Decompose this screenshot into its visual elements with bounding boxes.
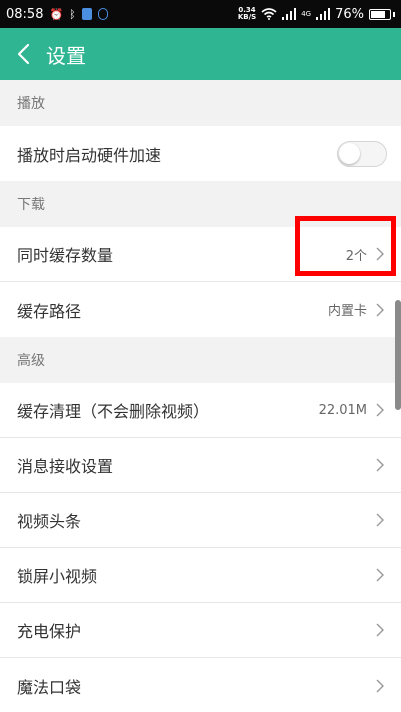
back-button[interactable] <box>0 28 46 80</box>
battery-percent: 76% <box>335 6 364 22</box>
advanced-item-label: 视频头条 <box>17 512 82 531</box>
cache-path-row[interactable]: 缓存路径 内置卡 <box>0 282 401 337</box>
battery-icon <box>369 8 395 20</box>
alarm-icon: ⏰ <box>49 7 64 21</box>
advanced-list: 缓存清理（不会删除视频） 22.01M 消息接收设置 视频头条 锁屏小视频 充电… <box>0 383 401 712</box>
network-speed-unit: KB/S <box>237 13 257 21</box>
advanced-item-message-settings[interactable]: 消息接收设置 <box>0 438 401 493</box>
concurrent-cache-label: 同时缓存数量 <box>17 246 114 265</box>
status-bar: 08:58 ⏰ ᛒ 0.34 KB/S 4G 76% <box>0 0 401 28</box>
chevron-right-icon <box>376 458 384 472</box>
signal-icon <box>282 8 297 20</box>
settings-list: 播放 播放时启动硬件加速 下载 同时缓存数量 2个 缓存路径 内置卡 高级 缓存… <box>0 80 401 712</box>
sync-notification-icon <box>97 8 108 20</box>
advanced-item-value: 22.01M <box>318 402 367 418</box>
app-bar: 设置 <box>0 28 401 80</box>
status-time: 08:58 <box>6 6 44 22</box>
signal-icon-2 <box>316 8 331 20</box>
section-header-download: 下载 <box>0 181 401 227</box>
toggle-knob <box>339 142 360 164</box>
chevron-right-icon <box>376 623 384 637</box>
battery-fill <box>371 10 385 18</box>
advanced-item-label: 充电保护 <box>17 622 82 641</box>
hw-accel-toggle[interactable] <box>337 140 387 167</box>
network-speed: 0.34 KB/S <box>238 7 256 21</box>
chevron-right-icon <box>376 403 384 417</box>
chevron-right-icon <box>376 247 384 261</box>
advanced-item-label: 消息接收设置 <box>17 457 114 476</box>
concurrent-cache-row[interactable]: 同时缓存数量 2个 <box>0 227 401 282</box>
status-right: 0.34 KB/S 4G 76% <box>238 7 395 22</box>
chevron-right-icon <box>376 303 384 316</box>
chevron-right-icon <box>376 513 384 527</box>
chevron-right-icon <box>376 679 384 692</box>
cache-path-value: 内置卡 <box>327 304 367 319</box>
advanced-item-magic-pocket[interactable]: 魔法口袋 <box>0 658 401 712</box>
section-header-advanced: 高级 <box>0 337 401 383</box>
hw-accel-row[interactable]: 播放时启动硬件加速 <box>0 126 401 181</box>
advanced-item-charging-protection[interactable]: 充电保护 <box>0 603 401 658</box>
page-title: 设置 <box>46 43 86 68</box>
back-arrow-icon <box>17 43 30 65</box>
chevron-right-icon <box>376 568 384 582</box>
advanced-item-cache-clean[interactable]: 缓存清理（不会删除视频） 22.01M <box>0 383 401 438</box>
bluetooth-icon: ᛒ <box>69 7 76 21</box>
wifi-icon <box>261 8 277 20</box>
advanced-item-label: 缓存清理（不会删除视频） <box>17 402 210 421</box>
cache-path-label: 缓存路径 <box>17 301 82 321</box>
advanced-item-lockscreen-video[interactable]: 锁屏小视频 <box>0 548 401 603</box>
signal-4g-label: 4G <box>301 9 312 18</box>
advanced-item-label: 锁屏小视频 <box>17 567 98 586</box>
app-notification-icon <box>81 8 92 20</box>
section-header-playback: 播放 <box>0 80 401 126</box>
advanced-item-label: 魔法口袋 <box>17 677 82 697</box>
concurrent-cache-value: 2个 <box>345 248 367 264</box>
status-left: 08:58 ⏰ ᛒ <box>6 7 108 22</box>
advanced-item-video-headlines[interactable]: 视频头条 <box>0 493 401 548</box>
hw-accel-label: 播放时启动硬件加速 <box>17 145 162 165</box>
scrollbar[interactable] <box>395 300 401 410</box>
